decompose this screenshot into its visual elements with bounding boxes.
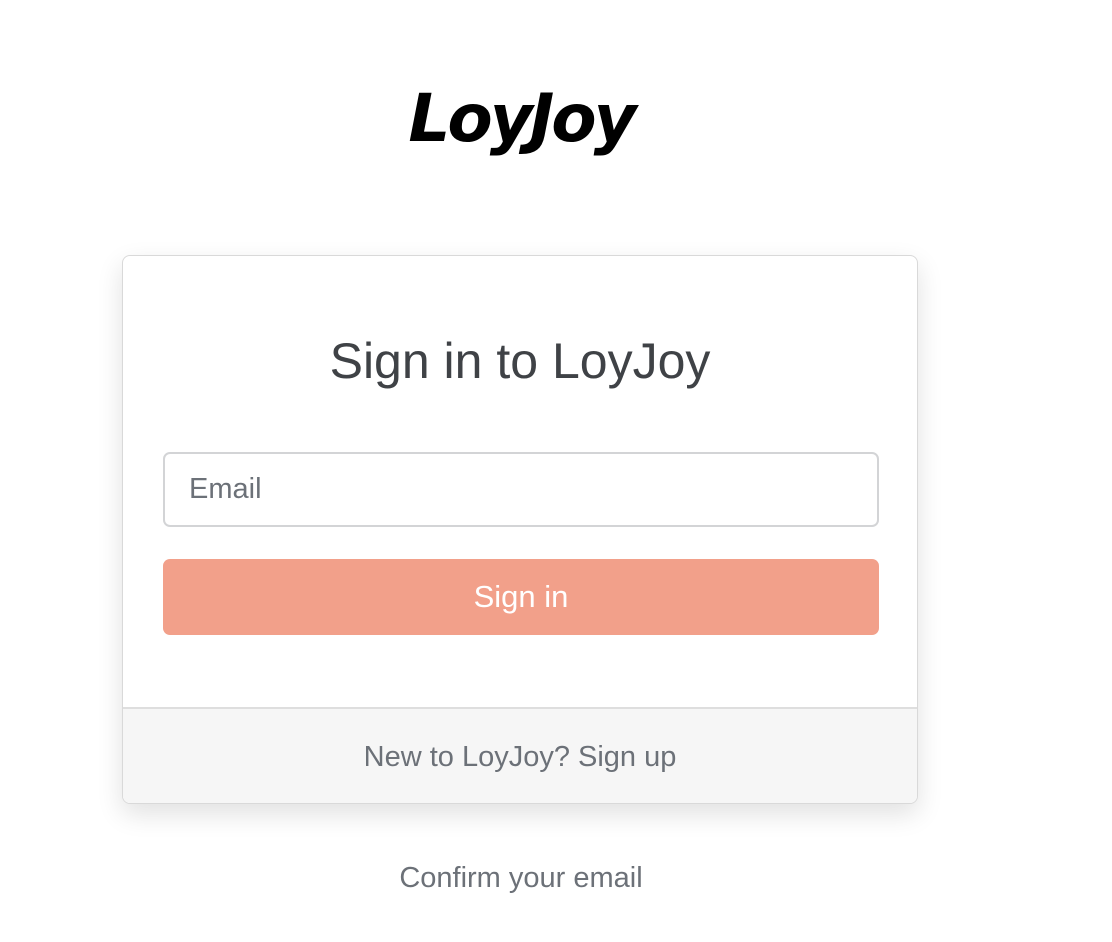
page-title: Sign in to LoyJoy	[329, 333, 711, 389]
signin-card: Sign in to LoyJoy Sign in New to LoyJoy?…	[122, 255, 918, 804]
signup-prompt-text: New to LoyJoy?	[363, 741, 570, 773]
email-field[interactable]	[163, 452, 879, 527]
signin-page: LoyJoy Sign in to LoyJoy Sign in New to …	[0, 0, 1112, 942]
signup-link[interactable]: Sign up	[578, 741, 676, 773]
card-footer: New to LoyJoy? Sign up	[123, 707, 917, 803]
loyjoy-logo: LoyJoy	[408, 80, 636, 157]
signin-button[interactable]: Sign in	[163, 559, 879, 635]
confirm-email-link[interactable]: Confirm your email	[0, 858, 1042, 898]
